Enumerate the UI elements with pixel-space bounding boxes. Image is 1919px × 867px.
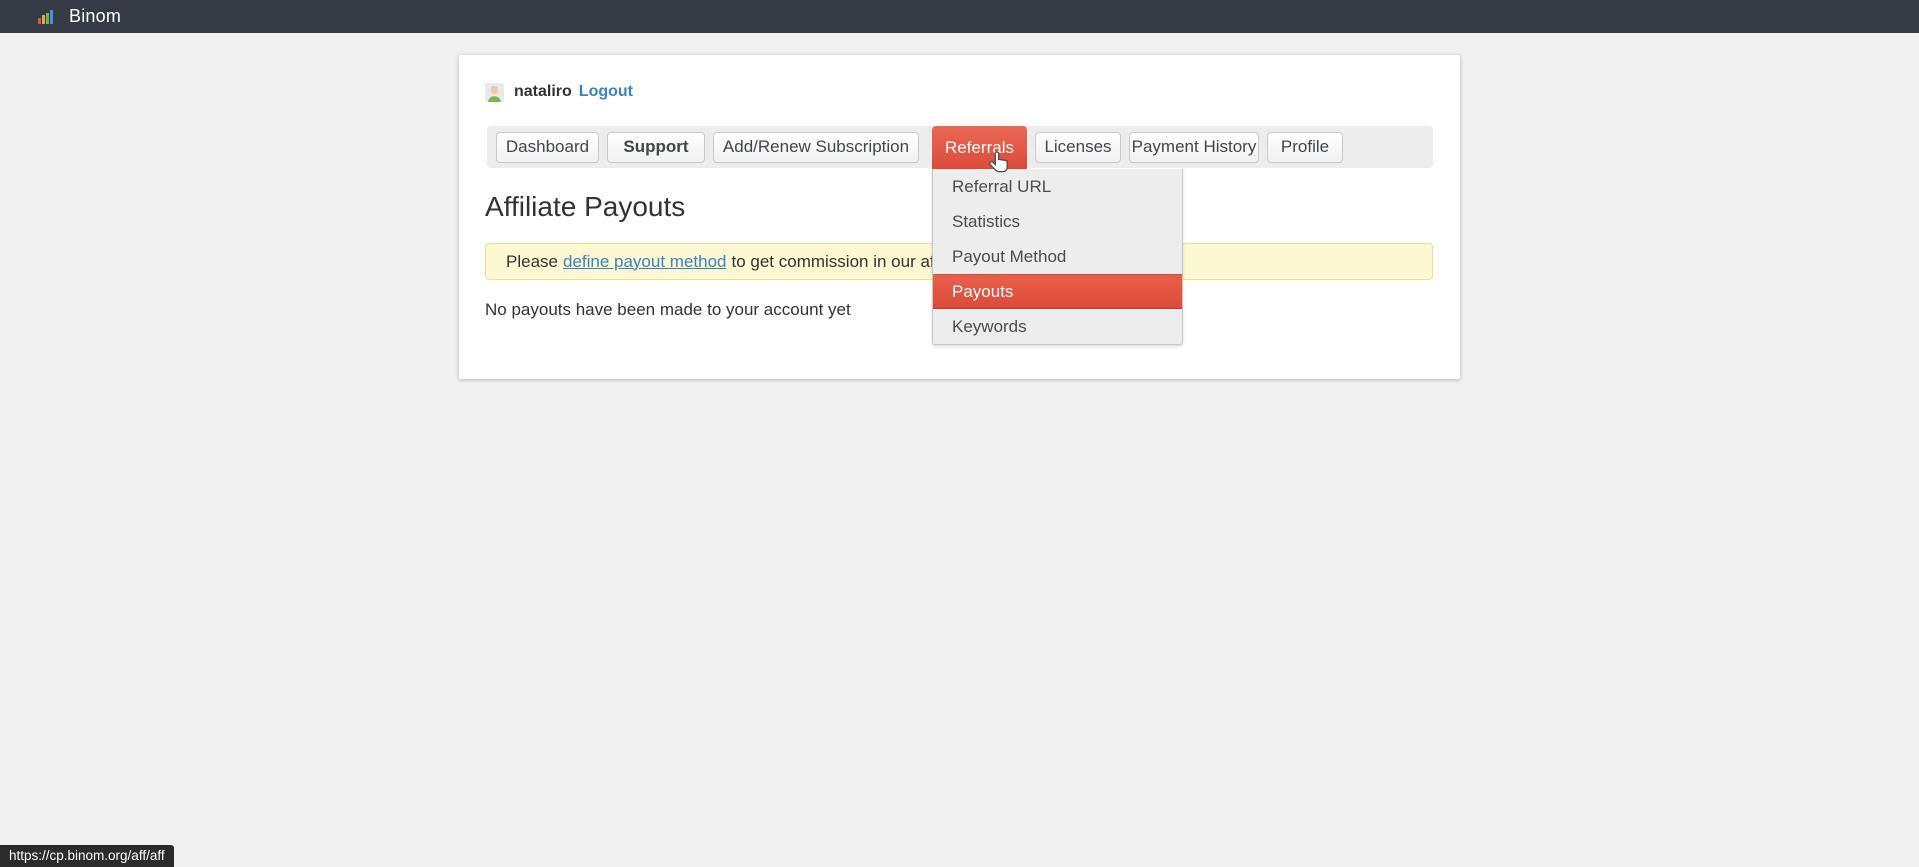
tab-profile[interactable]: Profile	[1267, 132, 1343, 163]
notice-text-suffix: to get commission in our affilia	[732, 252, 960, 272]
page-title: Affiliate Payouts	[485, 191, 685, 223]
tab-support[interactable]: Support	[607, 132, 705, 163]
topbar: Binom	[0, 0, 1919, 33]
tab-dashboard[interactable]: Dashboard	[496, 132, 599, 163]
menu-item-keywords[interactable]: Keywords	[933, 309, 1182, 344]
empty-payouts-message: No payouts have been made to your accoun…	[485, 300, 851, 320]
menu-item-payout-method[interactable]: Payout Method	[933, 239, 1182, 274]
binom-logo-icon	[38, 10, 53, 24]
tab-payment-history[interactable]: Payment History	[1129, 132, 1259, 163]
define-payout-method-link[interactable]: define payout method	[563, 252, 727, 272]
avatar	[485, 83, 504, 102]
tab-referrals[interactable]: Referrals	[932, 126, 1027, 171]
navbar: Dashboard Support Add/Renew Subscription…	[487, 126, 1433, 168]
brand-title: Binom	[69, 6, 121, 27]
status-url-tooltip: https://cp.binom.org/aff/aff	[0, 845, 174, 867]
notice-text-prefix: Please	[506, 252, 558, 272]
tab-add-renew-subscription[interactable]: Add/Renew Subscription	[713, 132, 919, 163]
menu-item-statistics[interactable]: Statistics	[933, 204, 1182, 239]
username: nataliro	[514, 83, 572, 101]
menu-item-payouts[interactable]: Payouts	[933, 274, 1182, 309]
referrals-dropdown-menu: Referral URL Statistics Payout Method Pa…	[932, 169, 1183, 345]
menu-item-referral-url[interactable]: Referral URL	[933, 169, 1182, 204]
tab-licenses[interactable]: Licenses	[1035, 132, 1121, 163]
logout-link[interactable]: Logout	[579, 83, 633, 101]
user-row: nataliro Logout	[485, 82, 633, 102]
